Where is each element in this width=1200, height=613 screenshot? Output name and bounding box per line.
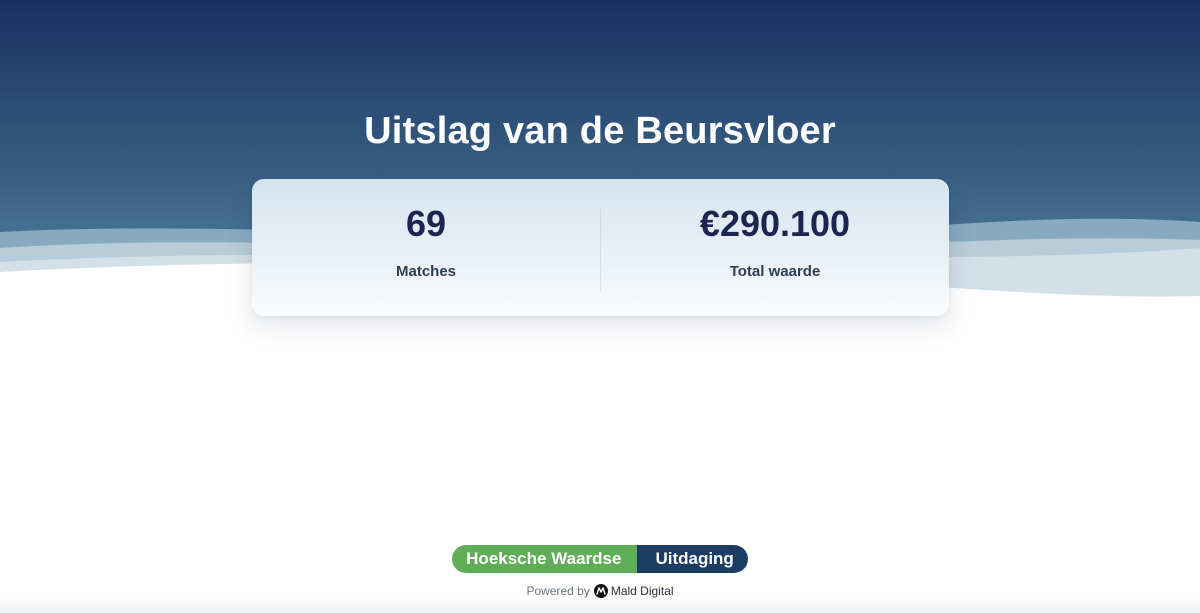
results-page: Uitslag van de Beursvloer 69 Matches €29… (0, 0, 1200, 613)
bottom-fade (0, 598, 1200, 613)
stat-label: Total waarde (729, 263, 821, 280)
footer: Hoeksche Waardse Uitdaging Powered by Ma… (0, 545, 1200, 598)
stat-value: €290.100 (699, 203, 851, 244)
stat-label: Matches (395, 263, 457, 280)
stat-matches: 69 Matches (252, 179, 600, 316)
stat-value: 69 (405, 203, 447, 244)
powered-by-label: Powered by (526, 584, 590, 598)
brand-logo: Hoeksche Waardse Uitdaging (452, 545, 748, 573)
stat-total-value: €290.100 Total waarde (601, 179, 949, 316)
company-name-link[interactable]: Mald Digital (611, 584, 674, 598)
powered-by-line: Powered by Mald Digital (526, 584, 674, 598)
brand-logo-left: Hoeksche Waardse (452, 545, 638, 573)
brand-logo-right: Uitdaging (637, 545, 748, 573)
mald-digital-logo-icon (593, 584, 608, 598)
stats-card: 69 Matches €290.100 Total waarde (252, 179, 949, 316)
page-title: Uitslag van de Beursvloer (364, 110, 836, 152)
